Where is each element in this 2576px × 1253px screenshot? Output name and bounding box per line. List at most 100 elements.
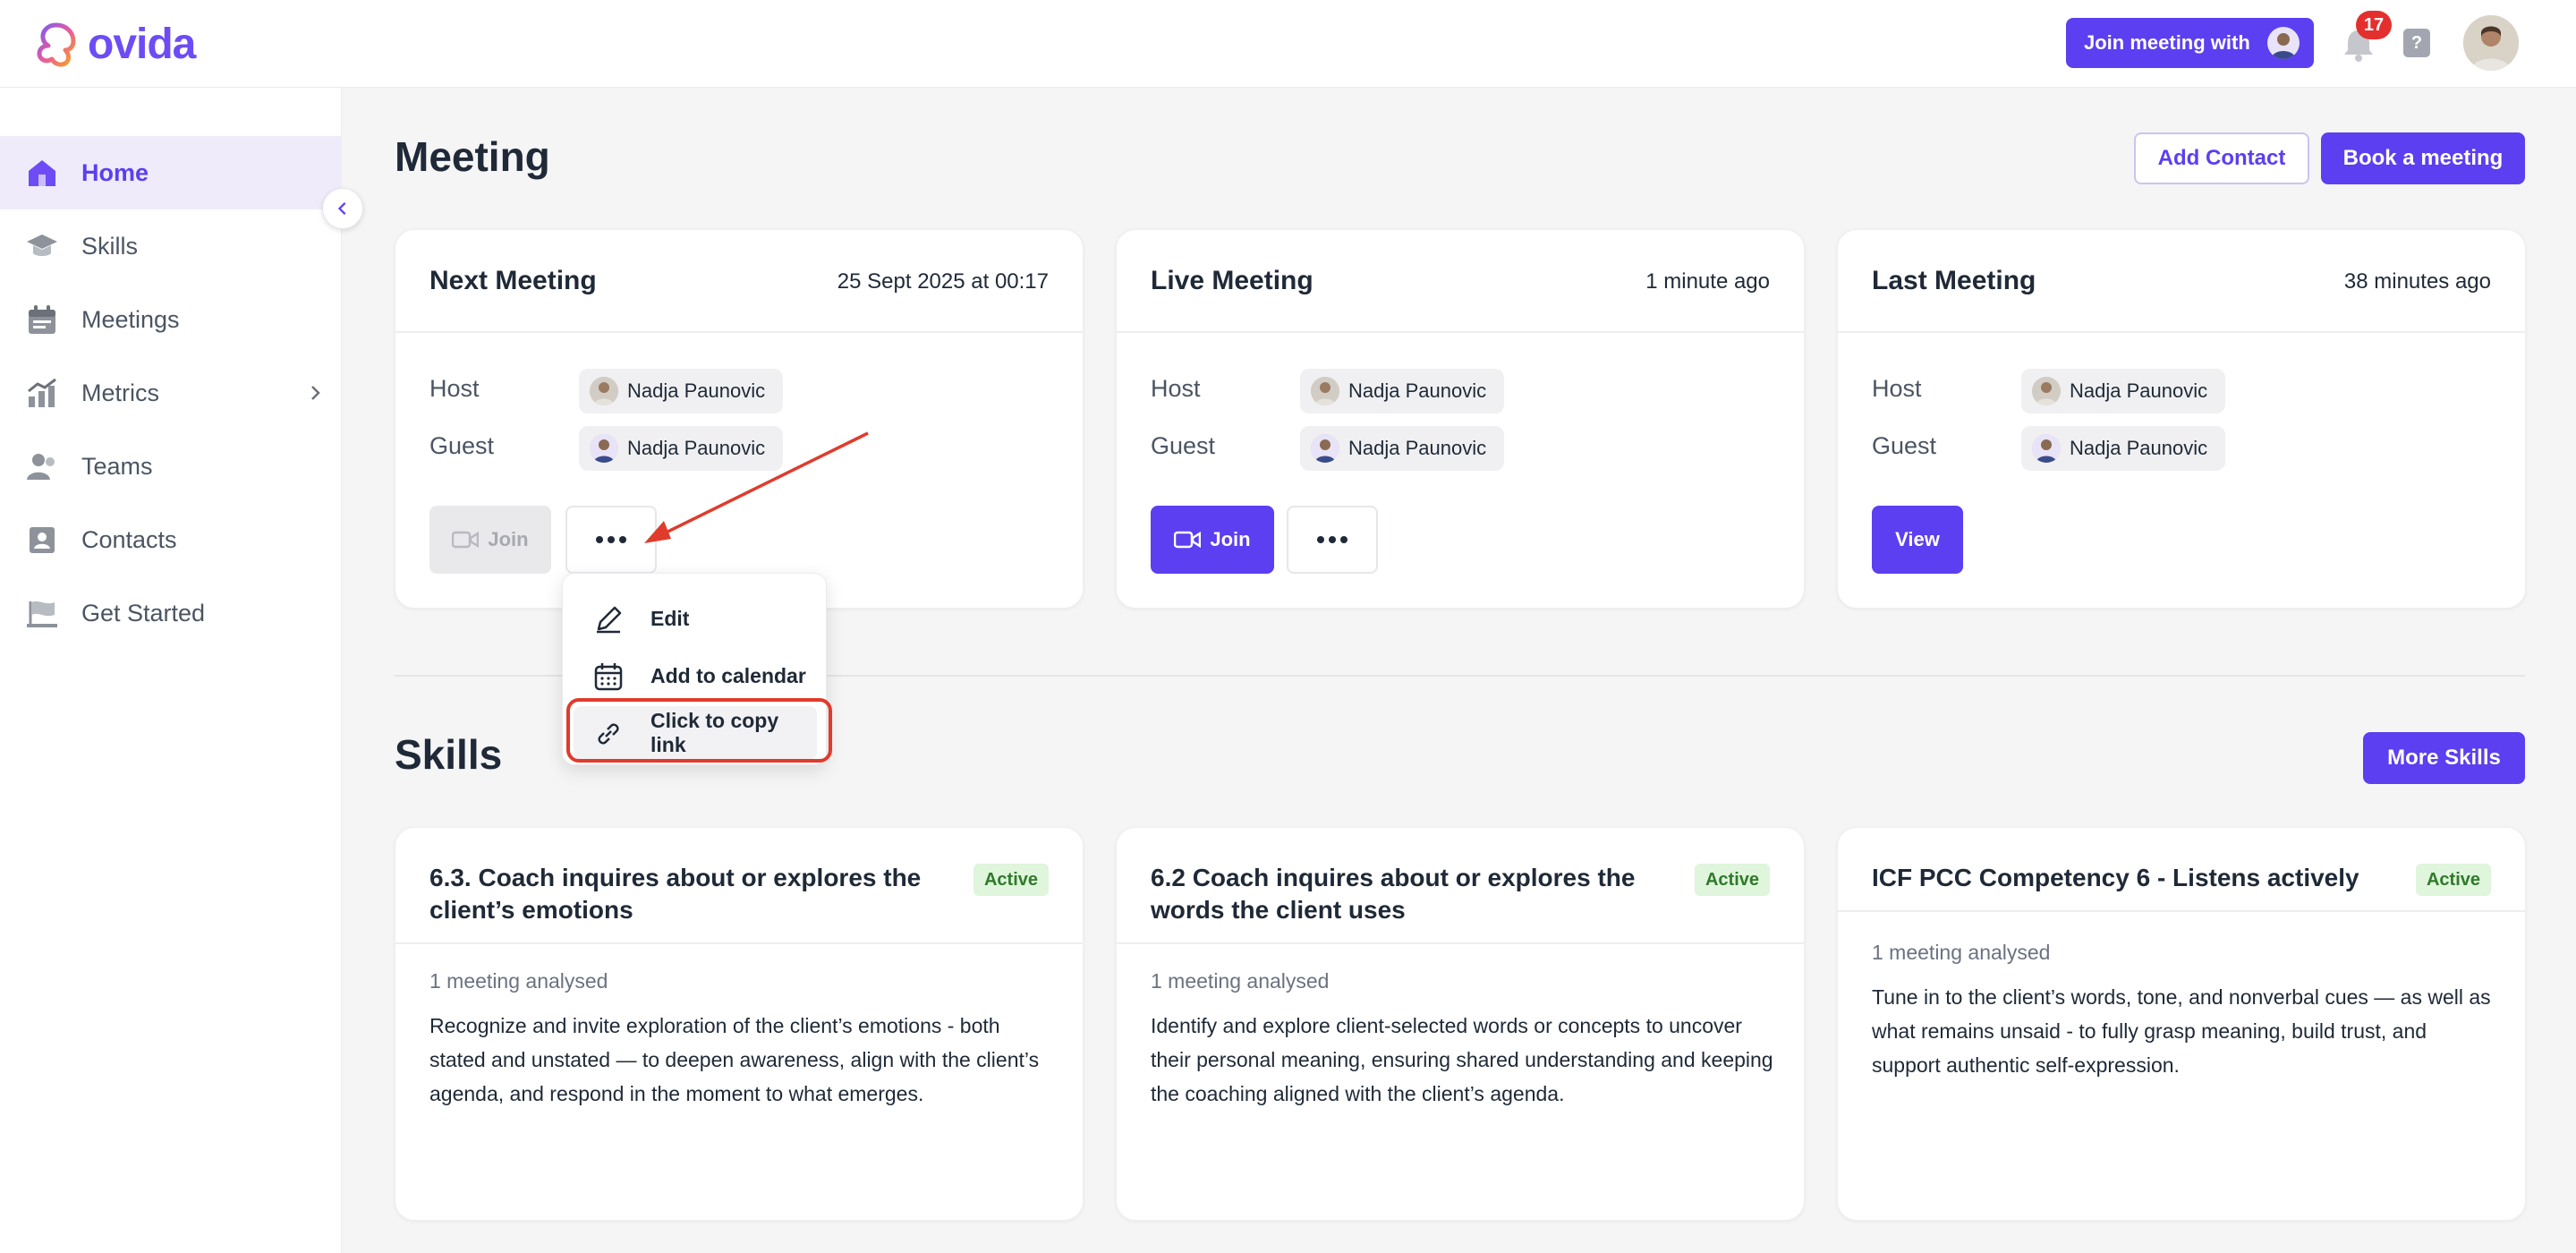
user-avatar[interactable] (2463, 15, 2519, 71)
avatar (1311, 377, 1339, 405)
avatar (590, 434, 618, 463)
view-button[interactable]: View (1872, 506, 1963, 574)
contact-card-icon (30, 527, 55, 553)
sidebar-item-skills[interactable]: Skills (0, 209, 342, 283)
card-header: Live Meeting 1 minute ago (1117, 230, 1804, 333)
sidebar: Home Skills Meetings Metrics Teams Conta… (0, 88, 342, 1253)
status-badge: Active (2415, 864, 2491, 896)
join-meeting-with-label: Join meeting with (2084, 31, 2250, 54)
guest-chip[interactable]: Nadja Paunovic (2021, 426, 2226, 471)
live-meeting-card: Live Meeting 1 minute ago Host Nadja Pau… (1116, 229, 1805, 609)
host-chip[interactable]: Nadja Paunovic (2021, 369, 2226, 413)
sidebar-item-home[interactable]: Home (0, 136, 342, 209)
avatar (2032, 377, 2061, 405)
avatar (590, 377, 618, 405)
card-divider (1838, 910, 2525, 912)
chart-icon (28, 378, 56, 407)
host-label: Host (1872, 375, 1922, 402)
skill-description: Recognize and invite exploration of the … (429, 1014, 1040, 1105)
ovida-logo-icon (37, 22, 76, 67)
skills-title: Skills (395, 731, 503, 778)
chevron-left-icon (337, 201, 346, 216)
app-name: ovida (88, 20, 196, 68)
join-button[interactable]: Join (429, 506, 551, 574)
join-label: Join (1210, 528, 1251, 550)
sidebar-item-label: Skills (81, 232, 139, 260)
meeting-time: 38 minutes ago (2343, 269, 2491, 294)
annotation-arrow (644, 431, 869, 543)
sidebar-item-get-started[interactable]: Get Started (0, 576, 342, 650)
pencil-icon (597, 606, 622, 634)
card-header: Next Meeting 25 Sept 2025 at 00:17 (395, 230, 1083, 333)
sidebar-item-label: Home (81, 158, 149, 186)
guest-label: Guest (1151, 432, 1216, 459)
sidebar-item-contacts[interactable]: Contacts (0, 503, 342, 576)
more-skills-button[interactable]: More Skills (2363, 732, 2525, 784)
chevron-right-icon (311, 386, 320, 400)
sidebar-item-label: Meetings (81, 305, 180, 333)
join-label: Join (488, 528, 529, 550)
guest-label: Guest (429, 432, 495, 459)
annotation-highlight (566, 698, 832, 763)
skill-card[interactable]: 6.3. Coach inquires about or explores th… (395, 827, 1084, 1221)
sidebar-item-teams[interactable]: Teams (0, 430, 342, 503)
menu-item-label: Add to calendar (650, 663, 806, 687)
book-meeting-button[interactable]: Book a meeting (2321, 132, 2525, 184)
host-chip[interactable]: Nadja Paunovic (1300, 369, 1505, 413)
flag-icon (27, 601, 57, 627)
avatar (1311, 434, 1339, 463)
guest-name: Nadja Paunovic (1348, 437, 1487, 459)
sidebar-item-meetings[interactable]: Meetings (0, 283, 342, 356)
host-label: Host (429, 375, 480, 402)
guest-chip[interactable]: Nadja Paunovic (1300, 426, 1505, 471)
collapse-sidebar-button[interactable] (322, 188, 363, 229)
status-badge: Active (1694, 864, 1770, 896)
host-name: Nadja Paunovic (627, 379, 766, 402)
graduation-cap-icon (27, 234, 57, 256)
logo[interactable]: ovida (32, 18, 196, 70)
sidebar-item-label: Get Started (81, 599, 206, 626)
host-chip[interactable]: Nadja Paunovic (579, 369, 784, 413)
last-meeting-card: Last Meeting 38 minutes ago Host Nadja P… (1837, 229, 2526, 609)
skill-description: Tune in to the client’s words, tone, and… (1872, 985, 2491, 1077)
guest-name: Nadja Paunovic (2070, 437, 2208, 459)
skill-card[interactable]: 6.2 Coach inquires about or explores the… (1116, 827, 1805, 1221)
meeting-time: 25 Sept 2025 at 00:17 (837, 269, 1049, 294)
skill-title: ICF PCC Competency 6 - Listens actively (1872, 864, 2359, 891)
skill-meta: 1 meeting analysed (1151, 969, 1330, 993)
meeting-time: 1 minute ago (1645, 269, 1770, 294)
menu-item-label: Edit (650, 606, 690, 630)
sidebar-item-label: Teams (81, 452, 153, 480)
join-meeting-with-button[interactable]: Join meeting with (2066, 18, 2314, 68)
help-icon[interactable]: ? (2403, 29, 2430, 57)
menu-item-add-to-calendar[interactable]: Add to calendar (574, 649, 817, 703)
more-options-button[interactable] (1287, 506, 1378, 574)
host-name: Nadja Paunovic (1348, 379, 1487, 402)
people-icon (27, 454, 55, 480)
page-title: Meeting (395, 133, 550, 180)
video-camera-icon (452, 531, 480, 549)
sidebar-item-label: Metrics (81, 379, 159, 406)
sidebar-item-label: Contacts (81, 525, 177, 553)
menu-item-edit[interactable]: Edit (574, 592, 817, 645)
notification-badge: 17 (2356, 11, 2392, 39)
sidebar-item-metrics[interactable]: Metrics (0, 356, 342, 430)
calendar-icon (29, 305, 55, 334)
skill-meta: 1 meeting analysed (1872, 941, 2051, 964)
card-divider (395, 942, 1083, 944)
join-button[interactable]: Join (1151, 506, 1274, 574)
more-horizontal-icon (1317, 536, 1348, 543)
video-camera-icon (1174, 531, 1202, 549)
skill-description: Identify and explore client-selected wor… (1151, 1014, 1773, 1105)
host-label: Host (1151, 375, 1201, 402)
skill-title: 6.2 Coach inquires about or explores the… (1151, 864, 1636, 924)
guest-label: Guest (1872, 432, 1937, 459)
skill-meta: 1 meeting analysed (429, 969, 608, 993)
home-icon (29, 160, 55, 186)
skill-title: 6.3. Coach inquires about or explores th… (429, 864, 922, 924)
add-contact-button[interactable]: Add Contact (2134, 132, 2309, 184)
card-header: Last Meeting 38 minutes ago (1838, 230, 2525, 333)
skill-card[interactable]: ICF PCC Competency 6 - Listens actively … (1837, 827, 2526, 1221)
top-bar: ovida Join meeting with 17 ? (0, 0, 2576, 88)
card-divider (1117, 942, 1804, 944)
